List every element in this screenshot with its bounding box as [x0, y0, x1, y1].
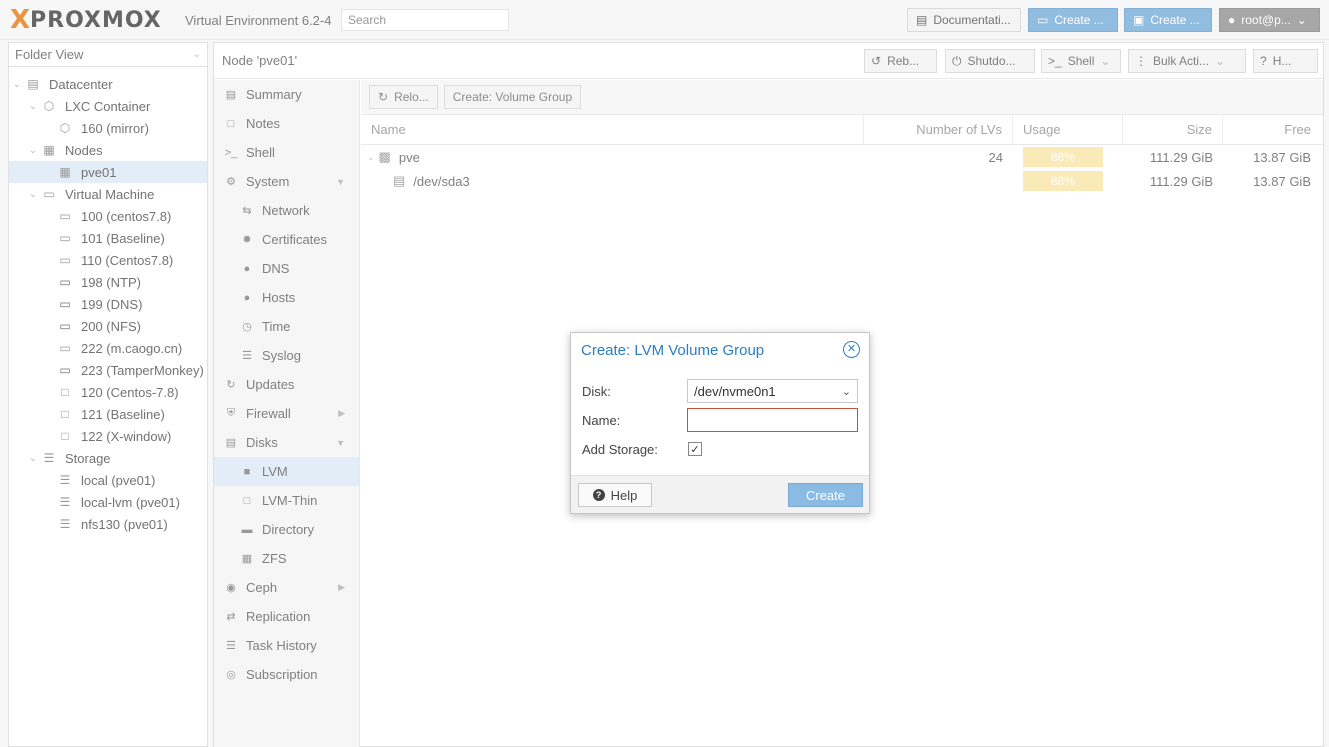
add-storage-label: Add Storage:	[582, 441, 658, 457]
question-icon: ?	[592, 489, 605, 501]
name-label: Name:	[582, 412, 621, 428]
add-storage-row: Add Storage: ✓	[582, 437, 862, 461]
disk-label: Disk:	[582, 383, 611, 399]
disk-select[interactable]: /dev/nvme0n1 ⌄	[687, 379, 858, 403]
dialog-header: Create: LVM Volume Group ✕	[571, 333, 869, 367]
chevron-down-icon[interactable]: ⌄	[842, 385, 851, 398]
name-row: Name:	[582, 408, 862, 432]
create-button[interactable]: Create	[788, 483, 863, 507]
close-icon[interactable]: ✕	[843, 341, 860, 358]
add-storage-checkbox[interactable]: ✓	[688, 442, 702, 456]
create-lvm-dialog: Create: LVM Volume Group ✕ Disk: /dev/nv…	[570, 332, 870, 514]
dialog-footer: ? Help Create	[571, 475, 869, 513]
disk-row: Disk: /dev/nvme0n1 ⌄	[582, 379, 862, 403]
dialog-title: Create: LVM Volume Group	[581, 341, 765, 359]
name-input[interactable]	[687, 408, 858, 432]
help-button[interactable]: ? Help	[578, 483, 652, 507]
